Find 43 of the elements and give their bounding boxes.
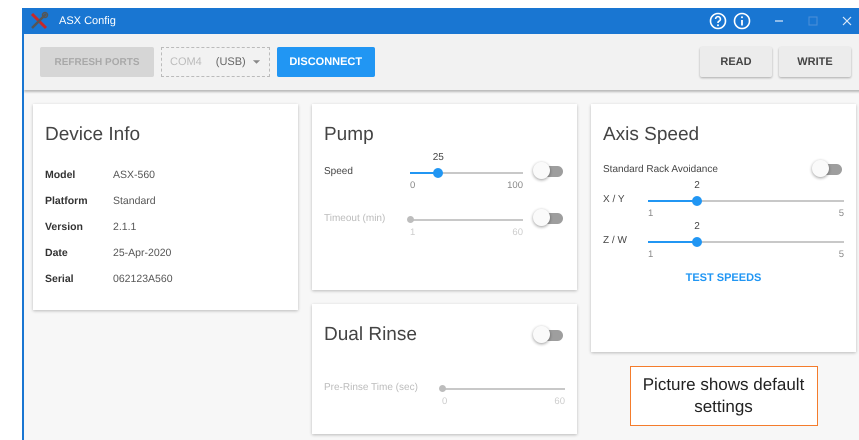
slider-max: 5 — [838, 208, 844, 219]
slider-label: X / Y — [603, 194, 626, 205]
slider-max: 100 — [507, 180, 523, 191]
card-title: Device Info — [45, 124, 142, 146]
info-icon[interactable] — [733, 12, 751, 30]
read-button[interactable]: READ — [700, 47, 772, 77]
slider-label: Z / W — [603, 235, 628, 246]
tools-icon — [29, 11, 49, 31]
slider-value: 2 — [694, 221, 700, 232]
toggle-switch[interactable] — [533, 162, 565, 180]
info-label: Model — [45, 169, 76, 181]
slider-label: Pre-Rinse Time (sec) — [324, 382, 419, 393]
disconnect-button[interactable]: DISCONNECT — [276, 47, 375, 77]
info-label: Date — [45, 247, 69, 259]
info-label: Platform — [45, 195, 89, 207]
slider-value: 25 — [432, 152, 444, 163]
info-label: Serial — [45, 273, 75, 285]
slider-min: 0 — [410, 180, 416, 191]
slider-min: 1 — [648, 249, 654, 260]
caret-icon — [252, 59, 261, 65]
toggle-label: Standard Rack Avoidance — [603, 164, 718, 174]
annotation-note: Picture shows default settings — [630, 366, 818, 426]
slider-label: Timeout (min) — [324, 213, 386, 224]
slider-max: 5 — [838, 249, 844, 260]
slider-value: 2 — [694, 180, 700, 191]
help-icon[interactable] — [709, 12, 727, 30]
slider-min: 1 — [648, 208, 654, 219]
card-title: Axis Speed — [603, 124, 700, 146]
info-label: Version — [45, 221, 84, 233]
info-value: 062123A560 — [113, 273, 173, 285]
card-title: Dual Rinse — [324, 324, 417, 346]
slider-label: Speed — [324, 166, 354, 177]
close-icon[interactable] — [841, 15, 853, 27]
card-title: Pump — [324, 124, 375, 146]
info-value: 2.1.1 — [113, 221, 136, 233]
window-title: ASX Config — [59, 15, 116, 27]
test-speeds-button[interactable]: TEST SPEEDS — [680, 268, 768, 288]
toggle-switch[interactable] — [533, 326, 565, 344]
info-value: 25-Apr-2020 — [113, 247, 172, 259]
info-value: Standard — [113, 195, 156, 207]
write-button[interactable]: WRITE — [779, 47, 851, 77]
info-value: ASX-560 — [113, 169, 156, 181]
toggle-switch[interactable] — [812, 160, 844, 178]
